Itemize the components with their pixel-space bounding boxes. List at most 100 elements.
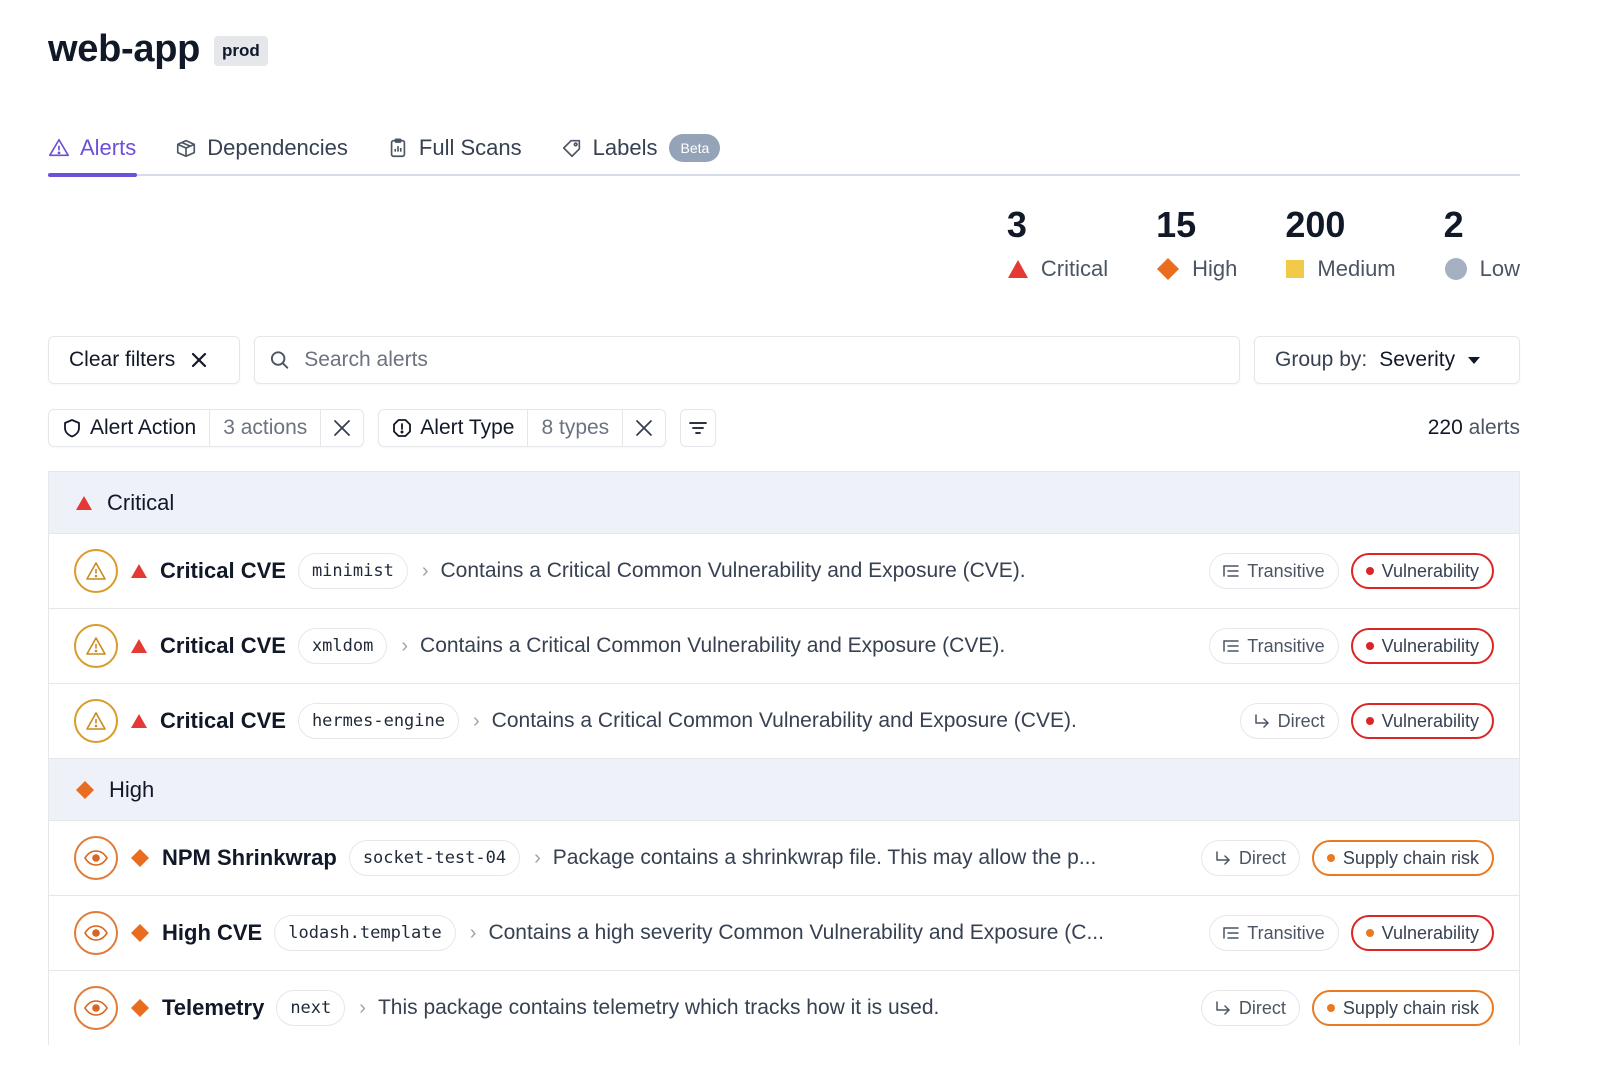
stat-high-label: High bbox=[1192, 256, 1238, 281]
close-icon bbox=[636, 420, 653, 436]
alert-title: Critical CVE bbox=[160, 708, 286, 733]
tab-labels[interactable]: Labels Beta bbox=[561, 122, 722, 174]
warning-action-icon bbox=[74, 549, 118, 593]
high-diamond-icon bbox=[1157, 258, 1180, 280]
remove-alert-type-filter-button[interactable] bbox=[622, 410, 665, 446]
stat-low[interactable]: 2 Low bbox=[1444, 204, 1520, 282]
alert-title: Critical CVE bbox=[160, 633, 286, 658]
high-diamond-icon bbox=[76, 780, 94, 799]
alert-description: Contains a Critical Common Vulnerability… bbox=[440, 559, 1026, 582]
severity-summary: 3 Critical 15 High 200 Medium 2 Low bbox=[1007, 204, 1520, 282]
stat-critical-label: Critical bbox=[1040, 256, 1109, 281]
alert-type-filter-value[interactable]: 8 types bbox=[527, 410, 622, 446]
alert-type-filter[interactable]: Alert Type bbox=[379, 410, 527, 446]
transitive-icon bbox=[1223, 927, 1239, 939]
clear-filters-button[interactable]: Clear filters bbox=[48, 336, 240, 384]
table-row[interactable]: Critical CVE minimist › Contains a Criti… bbox=[49, 533, 1519, 608]
page-title: web-app bbox=[48, 28, 201, 70]
package-name[interactable]: lodash.template bbox=[274, 915, 456, 951]
critical-triangle-icon bbox=[130, 638, 148, 654]
tab-dependencies[interactable]: Dependencies bbox=[175, 122, 349, 174]
search-input[interactable] bbox=[304, 348, 1225, 372]
critical-triangle-icon bbox=[130, 563, 148, 579]
category-label: Vulnerability bbox=[1381, 710, 1479, 731]
alert-title: NPM Shrinkwrap bbox=[162, 845, 337, 870]
low-circle-icon bbox=[1444, 258, 1467, 280]
stat-medium[interactable]: 200 Medium bbox=[1285, 204, 1395, 282]
group-by-select[interactable]: Group by: Severity bbox=[1254, 336, 1520, 384]
dependency-label: Direct bbox=[1277, 710, 1325, 731]
search-icon bbox=[270, 351, 289, 369]
stat-critical-count: 3 bbox=[1006, 204, 1027, 245]
dependency-badge: Transitive bbox=[1209, 628, 1339, 664]
status-dot bbox=[1326, 854, 1335, 862]
stat-high[interactable]: 15 High bbox=[1156, 204, 1237, 282]
status-dot bbox=[1326, 1004, 1335, 1012]
alert-description: Contains a high severity Common Vulnerab… bbox=[488, 921, 1104, 944]
category-label: Vulnerability bbox=[1381, 560, 1479, 581]
add-filter-button[interactable] bbox=[680, 409, 717, 447]
category-label: Supply chain risk bbox=[1342, 847, 1479, 868]
tab-alerts[interactable]: Alerts bbox=[48, 122, 138, 177]
category-label: Supply chain risk bbox=[1342, 997, 1479, 1018]
medium-square-icon bbox=[1286, 260, 1305, 278]
stat-medium-count: 200 bbox=[1285, 204, 1346, 245]
tab-labels-label: Labels bbox=[592, 135, 658, 160]
eye-action-icon bbox=[74, 911, 118, 955]
status-dot bbox=[1365, 642, 1374, 650]
environment-badge: prod bbox=[214, 35, 268, 66]
package-name[interactable]: next bbox=[276, 990, 346, 1026]
tab-full-scans[interactable]: Full Scans bbox=[387, 122, 523, 174]
alert-total-count: 220 bbox=[1427, 416, 1463, 439]
chevron-right-icon: › bbox=[473, 709, 480, 732]
category-badge: Supply chain risk bbox=[1311, 990, 1494, 1026]
alert-description: Contains a Critical Common Vulnerability… bbox=[491, 709, 1077, 732]
tab-dependencies-label: Dependencies bbox=[207, 135, 348, 160]
clipboard-icon bbox=[390, 138, 406, 158]
package-name[interactable]: xmldom bbox=[297, 628, 388, 664]
direct-arrow-icon bbox=[1254, 714, 1269, 728]
table-row[interactable]: Telemetry next › This package contains t… bbox=[49, 970, 1519, 1045]
chevron-right-icon: › bbox=[469, 921, 477, 944]
chevron-right-icon: › bbox=[401, 634, 409, 657]
active-filters: Alert Action 3 actions Alert Type 8 type… bbox=[48, 408, 1520, 448]
dependency-badge: Transitive bbox=[1209, 915, 1339, 951]
remove-alert-action-filter-button[interactable] bbox=[320, 410, 363, 446]
table-row[interactable]: NPM Shrinkwrap socket-test-04 › Package … bbox=[49, 820, 1519, 895]
stat-critical[interactable]: 3 Critical bbox=[1007, 204, 1108, 282]
status-dot bbox=[1365, 717, 1374, 725]
caret-down-icon bbox=[1468, 357, 1481, 364]
table-row[interactable]: Critical CVE xmldom › Contains a Critica… bbox=[49, 608, 1519, 683]
beta-badge: Beta bbox=[669, 134, 721, 162]
dependency-label: Transitive bbox=[1247, 922, 1325, 943]
alert-description: Package contains a shrinkwrap file. This… bbox=[552, 846, 1097, 869]
stat-low-label: Low bbox=[1479, 256, 1520, 281]
chevron-right-icon: › bbox=[421, 559, 429, 582]
critical-triangle-icon bbox=[76, 495, 92, 510]
group-by-value: Severity bbox=[1379, 348, 1456, 371]
alert-action-filter[interactable]: Alert Action bbox=[49, 410, 209, 446]
group-label: High bbox=[109, 776, 155, 802]
page-header: web-app prod bbox=[48, 28, 268, 71]
transitive-icon bbox=[1223, 565, 1239, 577]
alert-title: High CVE bbox=[162, 920, 263, 945]
package-name[interactable]: minimist bbox=[297, 553, 408, 589]
package-icon bbox=[177, 139, 196, 158]
dependency-badge: Direct bbox=[1200, 990, 1300, 1026]
group-header-critical[interactable]: Critical bbox=[49, 471, 1519, 533]
alert-action-filter-value[interactable]: 3 actions bbox=[209, 410, 320, 446]
warning-action-icon bbox=[74, 624, 118, 668]
high-diamond-icon bbox=[130, 998, 150, 1018]
category-badge: Vulnerability bbox=[1350, 628, 1494, 664]
stat-high-count: 15 bbox=[1156, 204, 1197, 245]
package-name[interactable]: socket-test-04 bbox=[348, 840, 521, 876]
table-row[interactable]: Critical CVE hermes-engine › Contains a … bbox=[49, 683, 1519, 758]
dependency-badge: Transitive bbox=[1209, 553, 1339, 589]
stat-low-count: 2 bbox=[1443, 204, 1464, 245]
alert-type-filter-chip[interactable]: Alert Type 8 types bbox=[378, 409, 667, 447]
table-row[interactable]: High CVE lodash.template › Contains a hi… bbox=[49, 895, 1519, 970]
dependency-badge: Direct bbox=[1239, 703, 1339, 739]
alert-action-filter-chip[interactable]: Alert Action 3 actions bbox=[48, 409, 365, 447]
package-name[interactable]: hermes-engine bbox=[297, 703, 459, 739]
group-header-high[interactable]: High bbox=[49, 758, 1519, 820]
